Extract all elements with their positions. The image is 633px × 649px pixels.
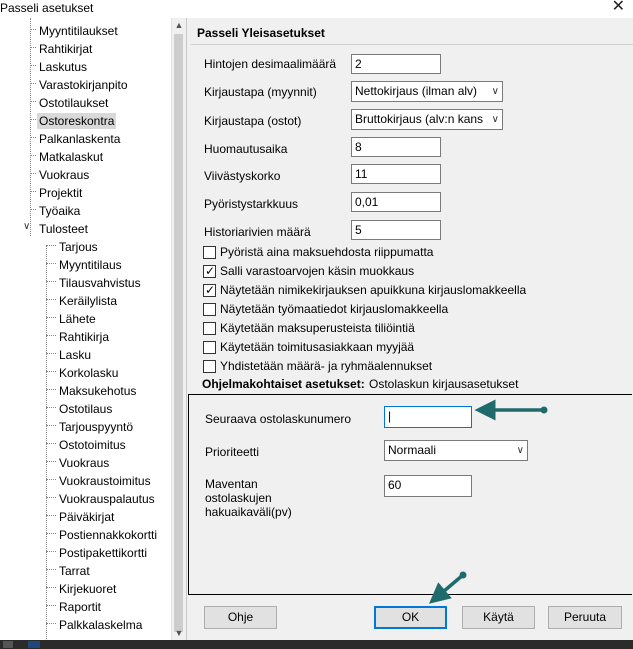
annotation-arrows xyxy=(428,399,548,604)
taskbar xyxy=(0,640,633,649)
taskbar-icon[interactable] xyxy=(3,641,13,648)
arrow-to-ok-icon xyxy=(428,571,467,604)
taskbar-icon[interactable] xyxy=(28,641,40,648)
arrow-to-next-number-icon xyxy=(474,399,548,421)
